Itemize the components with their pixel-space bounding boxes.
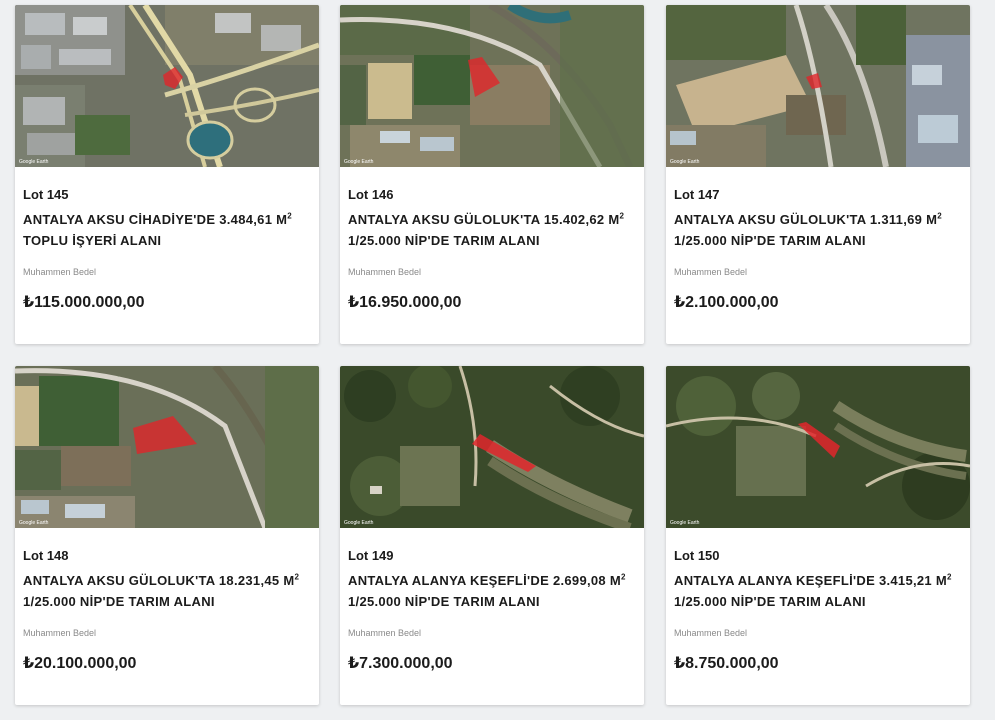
lot-subtitle: 1/25.000 NİP'DE TARIM ALANI [348,594,540,609]
lot-title: ANTALYA ALANYA KEŞEFLİ'DE 3.415,21 M2 1/… [674,570,964,612]
lot-title: ANTALYA AKSU GÜLOLUK'TA 15.402,62 M2 1/2… [348,209,638,251]
price-label: Muhammen Bedel [348,628,422,638]
price-value: ₺7.300.000,00 [348,655,453,672]
svg-text:Google Earth: Google Earth [19,159,49,165]
lot-subtitle: 1/25.000 NİP'DE TARIM ALANI [348,233,540,248]
lot-title-text: ANTALYA AKSU GÜLOLUK'TA 18.231,45 M [23,573,295,588]
lot-title-text: ANTALYA ALANYA KEŞEFLİ'DE 3.415,21 M [674,573,948,588]
lot-subtitle: 1/25.000 NİP'DE TARIM ALANI [674,233,866,248]
lot-number: Lot 148 [23,548,69,563]
unit-superscript: 2 [294,572,300,582]
svg-text:Google Earth: Google Earth [670,159,700,165]
lot-title: ANTALYA AKSU CİHADİYE'DE 3.484,61 M2 TOP… [23,209,313,251]
lot-title-text: ANTALYA AKSU CİHADİYE'DE 3.484,61 M [23,212,288,227]
lot-title: ANTALYA ALANYA KEŞEFLİ'DE 2.699,08 M2 1/… [348,570,638,612]
lot-card-149[interactable]: Google Earth Lot 149 ANTALYA ALANYA KEŞE… [340,366,644,705]
aerial-map-image[interactable]: Google Earth [15,366,319,528]
lot-subtitle: 1/25.000 NİP'DE TARIM ALANI [674,594,866,609]
lot-number: Lot 150 [674,548,720,563]
aerial-map-image[interactable]: Google Earth [340,5,644,167]
price-value: ₺16.950.000,00 [348,294,462,311]
lot-title-text: ANTALYA ALANYA KEŞEFLİ'DE 2.699,08 M [348,573,622,588]
lot-subtitle: TOPLU İŞYERİ ALANI [23,233,162,248]
aerial-map-image[interactable]: Google Earth [666,5,970,167]
lot-subtitle: 1/25.000 NİP'DE TARIM ALANI [23,594,215,609]
lot-title: ANTALYA AKSU GÜLOLUK'TA 1.311,69 M2 1/25… [674,209,964,251]
lot-card-147[interactable]: Google Earth Lot 147 ANTALYA AKSU GÜLOLU… [666,5,970,344]
lot-number: Lot 146 [348,187,394,202]
lot-title-text: ANTALYA AKSU GÜLOLUK'TA 1.311,69 M [674,212,938,227]
price-label: Muhammen Bedel [23,267,97,277]
lot-card-148[interactable]: Google Earth Lot 148 ANTALYA AKSU GÜLOLU… [15,366,319,705]
price-label: Muhammen Bedel [23,628,97,638]
lot-card-146[interactable]: Google Earth Lot 146 ANTALYA AKSU GÜLOLU… [340,5,644,344]
lot-number: Lot 145 [23,187,69,202]
svg-text:Google Earth: Google Earth [344,520,374,526]
price-value: ₺2.100.000,00 [674,294,779,311]
aerial-map-image[interactable]: Google Earth [666,366,970,528]
lot-card-150[interactable]: Google Earth Lot 150 ANTALYA ALANYA KEŞE… [666,366,970,705]
price-label: Muhammen Bedel [674,628,748,638]
lot-number: Lot 147 [674,187,720,202]
svg-text:Google Earth: Google Earth [344,159,374,165]
unit-superscript: 2 [287,211,293,221]
aerial-map-image[interactable]: Google Earth [15,5,319,167]
unit-superscript: 2 [619,211,625,221]
unit-superscript: 2 [621,572,626,582]
lot-title-text: ANTALYA AKSU GÜLOLUK'TA 15.402,62 M [348,212,620,227]
lot-grid: Google Earth Lot 145 ANTALYA AKSU CİHADİ… [0,0,995,720]
lot-card-145[interactable]: Google Earth Lot 145 ANTALYA AKSU CİHADİ… [15,5,319,344]
unit-superscript: 2 [937,211,942,221]
lot-title: ANTALYA AKSU GÜLOLUK'TA 18.231,45 M2 1/2… [23,570,313,612]
svg-text:Google Earth: Google Earth [19,520,49,526]
aerial-map-image[interactable]: Google Earth [340,366,644,528]
unit-superscript: 2 [947,572,952,582]
price-label: Muhammen Bedel [674,267,748,277]
lot-number: Lot 149 [348,548,394,563]
price-value: ₺20.100.000,00 [23,655,137,672]
svg-text:Google Earth: Google Earth [670,520,700,526]
price-value: ₺8.750.000,00 [674,655,779,672]
price-label: Muhammen Bedel [348,267,422,277]
price-value: ₺115.000.000,00 [23,294,145,311]
